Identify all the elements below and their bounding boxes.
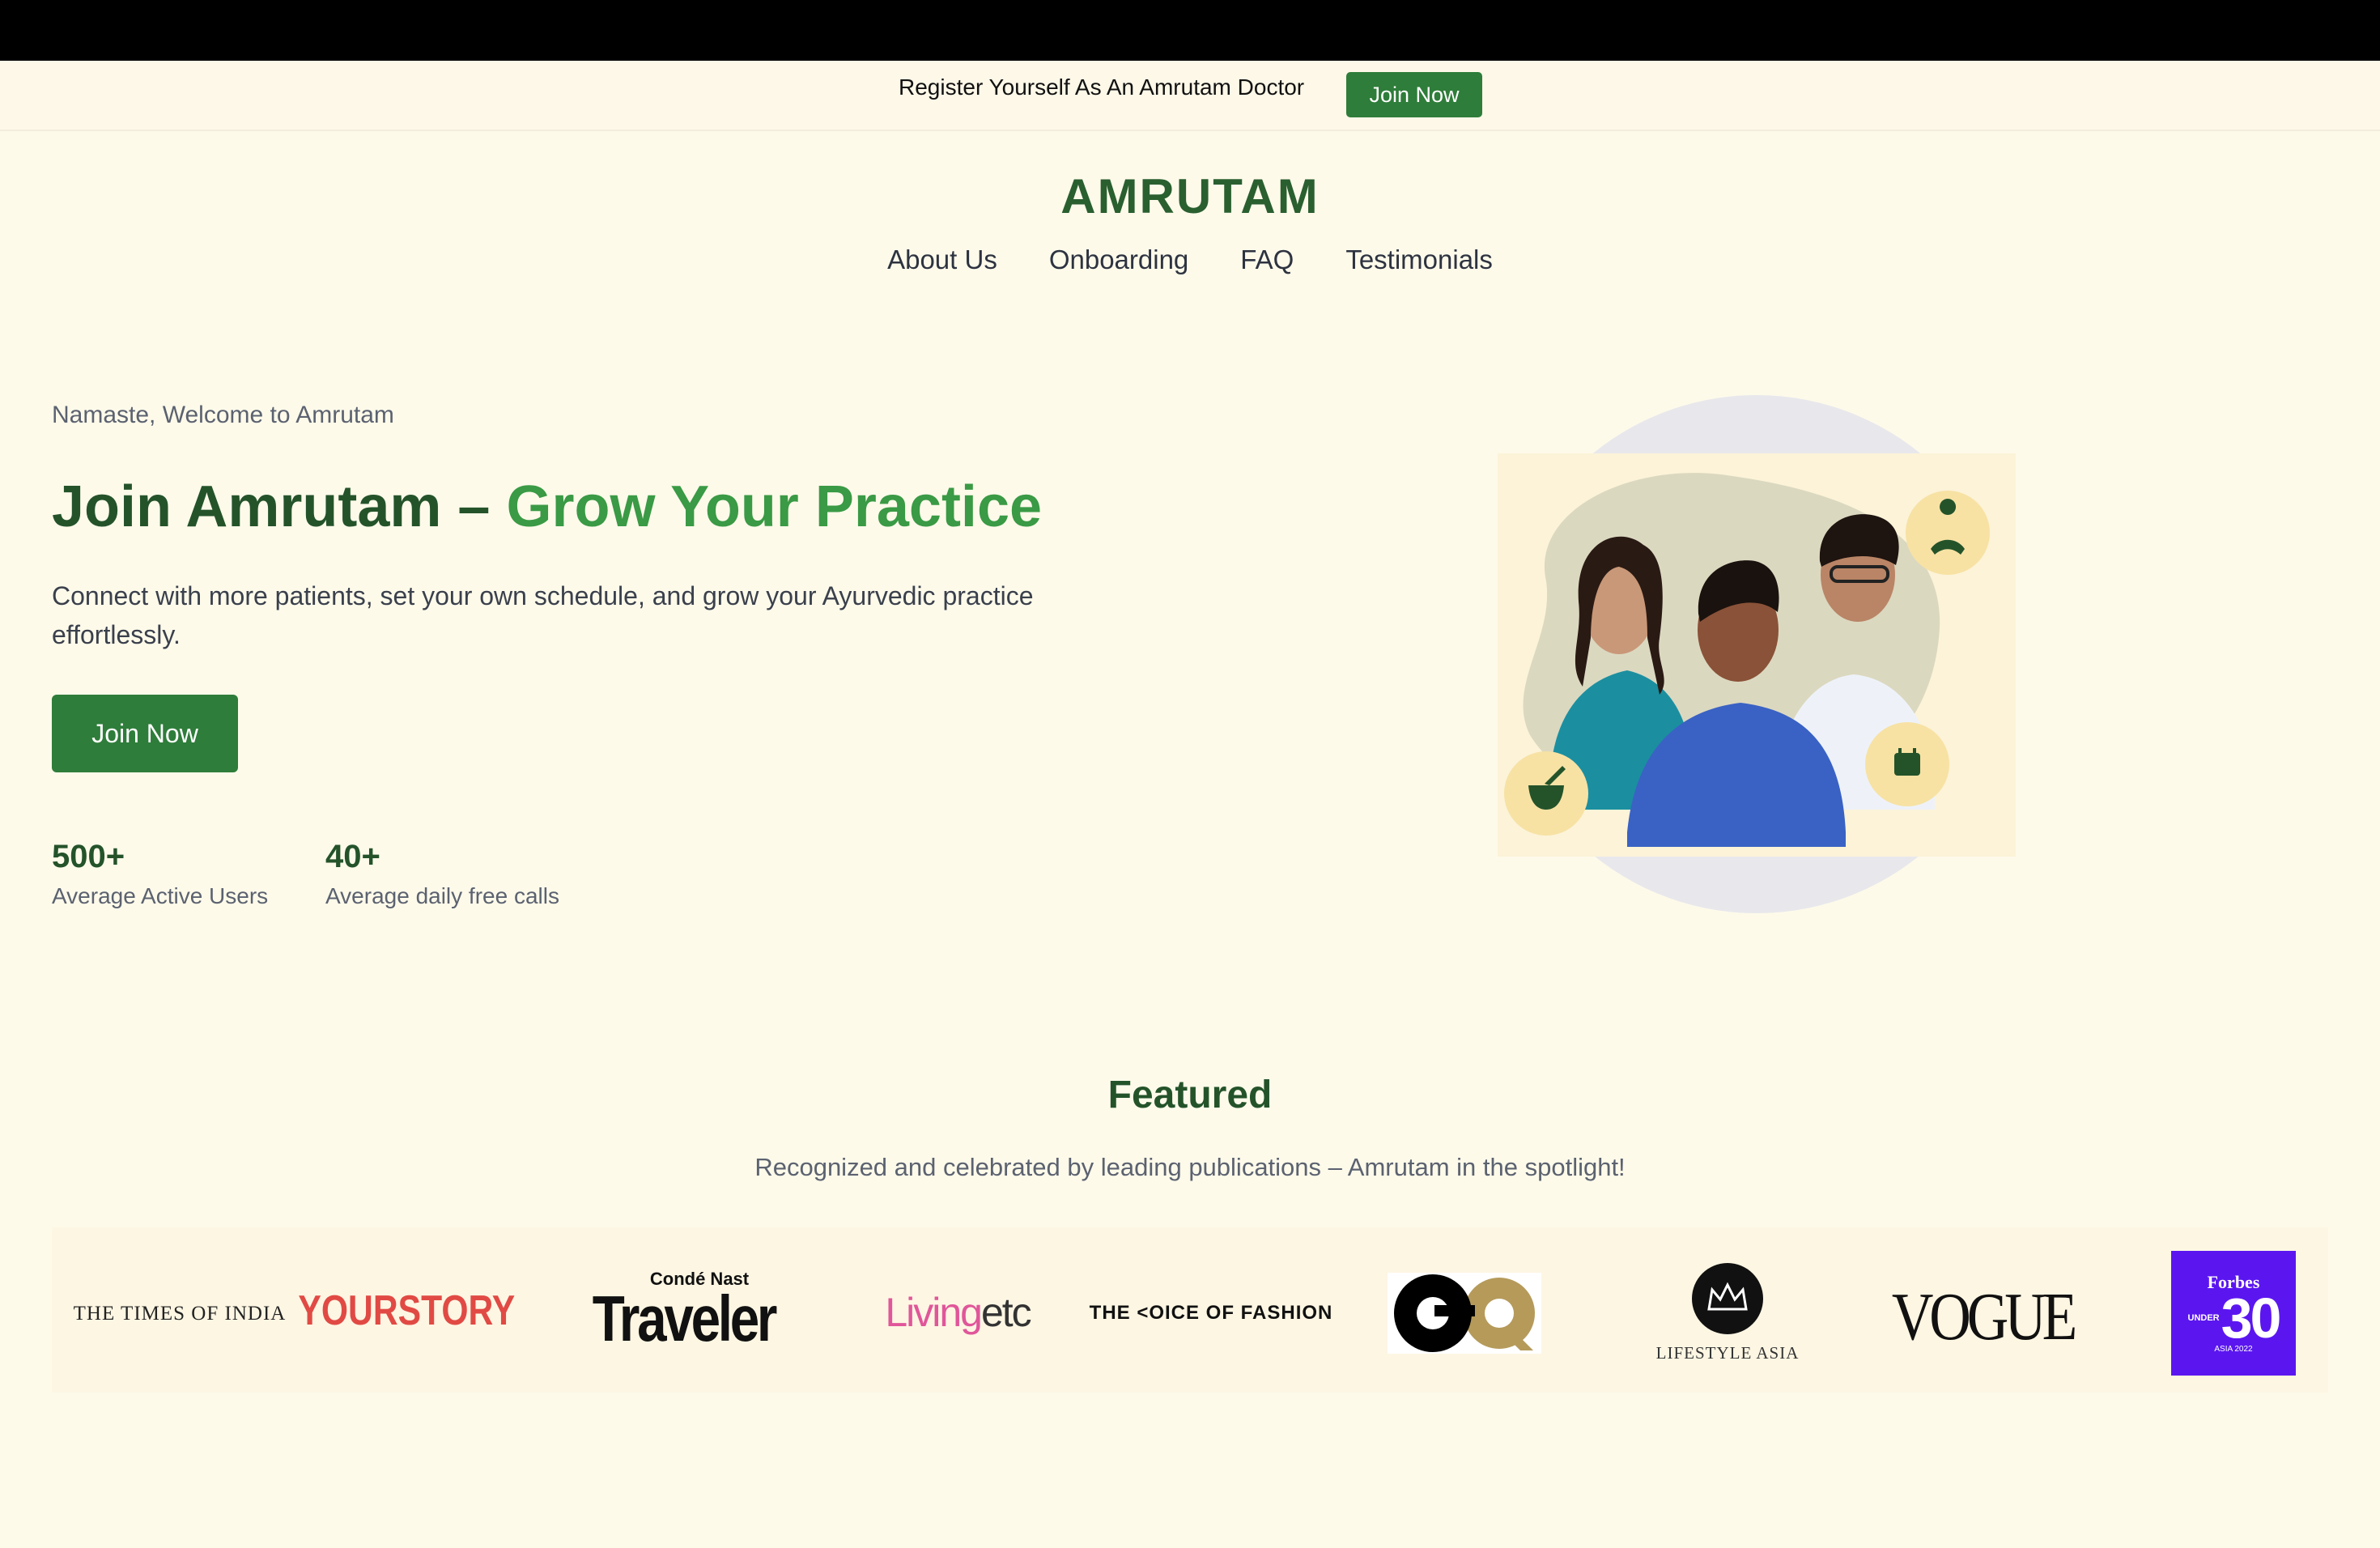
nav-onboarding[interactable]: Onboarding	[1049, 245, 1188, 275]
stat-label: Average Active Users	[52, 883, 269, 908]
logo-traveler: Condé Nast Traveler	[589, 1269, 777, 1354]
logo-forbes-num: 30	[2221, 1286, 2282, 1350]
stat-value: 40+	[325, 839, 380, 874]
logo-lifestyle-asia-text: LIFESTYLE ASIA	[1655, 1342, 1800, 1363]
logo-forbes-30-under-30: Forbes UNDER 30 ASIA 2022	[2171, 1251, 2296, 1376]
logo-yourstory: YOURSTORY	[298, 1287, 516, 1334]
stat-label: Average daily free calls	[325, 883, 559, 908]
hero-illustration	[1498, 395, 2016, 913]
logo-livingetc-b: etc	[980, 1290, 1032, 1335]
logo-traveler-main: Traveler	[592, 1282, 777, 1354]
stat-value: 500+	[52, 839, 125, 874]
nav-about-us[interactable]: About Us	[887, 245, 997, 275]
logo-vogue: VOGUE	[1891, 1278, 2077, 1354]
logo-lifestyle-asia: LIFESTYLE ASIA	[1647, 1260, 1808, 1365]
main-nav: About Us Onboarding FAQ Testimonials	[0, 245, 2380, 275]
hero-greeting: Namaste, Welcome to Amrutam	[52, 402, 394, 428]
gq-mark	[1388, 1273, 1541, 1354]
hero-title-main: Join Amrutam –	[52, 474, 507, 539]
hero-description: Connect with more patients, set your own…	[52, 581, 1034, 649]
announcement-text: Register Yourself As An Amrutam Doctor	[899, 74, 1305, 100]
hero-title: Join Amrutam – Grow Your Practice	[52, 474, 1042, 540]
stat-active-users: 500+ Average Active Users	[52, 839, 268, 909]
logo-voice-of-fashion: THE <OICE OF FASHION	[1089, 1302, 1333, 1324]
featured-title: Featured	[1107, 1074, 1273, 1116]
logo-forbes-main: UNDER 30	[2187, 1286, 2282, 1350]
hero-title-accent: Grow Your Practice	[506, 474, 1043, 539]
hero-join-button[interactable]: Join Now	[52, 695, 238, 772]
nav-faq[interactable]: FAQ	[1240, 245, 1294, 275]
announcement-join-button[interactable]: Join Now	[1346, 72, 1482, 117]
logo-livingetc-a: Living	[885, 1290, 983, 1335]
featured-subtitle: Recognized and celebrated by leading pub…	[754, 1153, 1626, 1181]
browser-top-bar	[0, 0, 2380, 61]
logo-forbes-bottom: ASIA 2022	[2214, 1344, 2253, 1354]
logo-forbes-under: UNDER	[2187, 1312, 2220, 1323]
lifestyle-asia-crown-icon	[1692, 1262, 1763, 1334]
logo-gq: GQ	[1388, 1273, 1541, 1354]
logo-times-of-india: THE TIMES OF INDIA	[73, 1303, 287, 1325]
brand-logo[interactable]: AMRUTAM	[0, 168, 2380, 224]
featured-logos-strip: THE TIMES OF INDIA YOURSTORY Condé Nast …	[52, 1227, 2328, 1393]
logo-livingetc: Living etc	[873, 1289, 1043, 1336]
stat-daily-calls: 40+ Average daily free calls	[325, 839, 559, 909]
nav-testimonials[interactable]: Testimonials	[1345, 245, 1493, 275]
